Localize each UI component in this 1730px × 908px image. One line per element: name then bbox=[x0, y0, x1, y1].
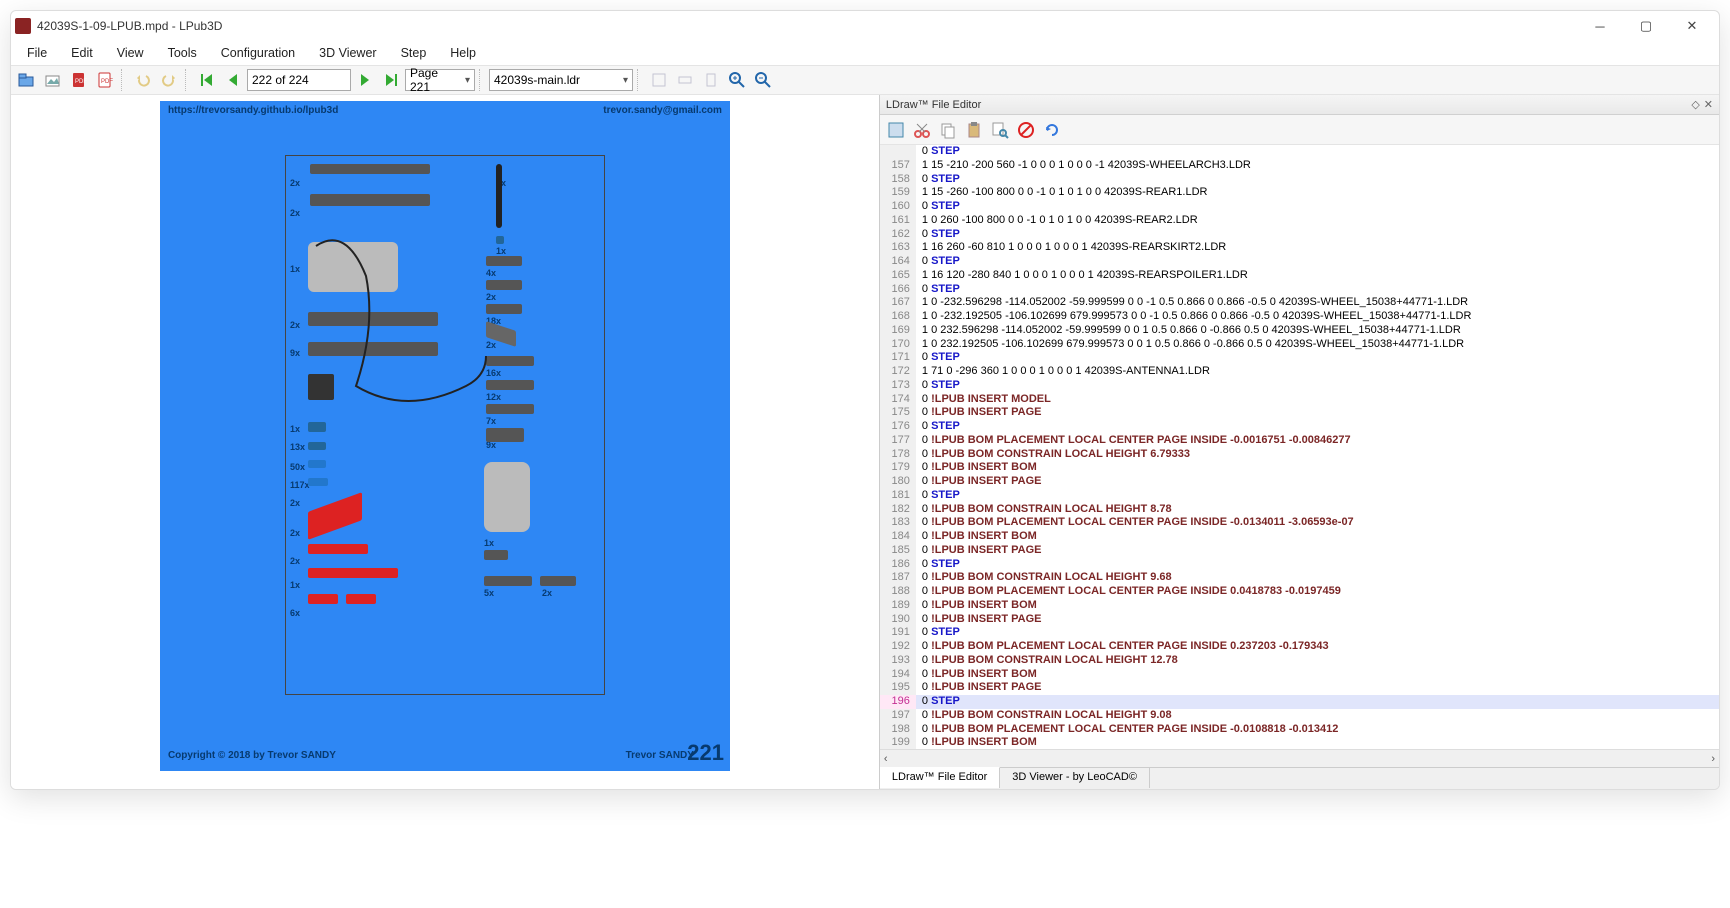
page-number: 221 bbox=[687, 740, 724, 766]
editor-toolbar bbox=[880, 115, 1719, 145]
menu-3d-viewer[interactable]: 3D Viewer bbox=[309, 43, 386, 63]
fit-page-icon[interactable] bbox=[647, 68, 671, 92]
refresh-icon[interactable] bbox=[1040, 118, 1064, 142]
menu-bar: FileEditViewToolsConfiguration3D ViewerS… bbox=[11, 41, 1719, 65]
bom-frame: 2x2x1x2x9x1x13x50x117x2x2x2x1x6x 4x1x4x2… bbox=[285, 155, 605, 695]
editor-pane-title: LDraw™ File Editor ◇✕ bbox=[880, 95, 1719, 115]
delete-icon[interactable] bbox=[1014, 118, 1038, 142]
page-header-left: https://trevorsandy.github.io/lpub3d bbox=[168, 105, 338, 116]
bom-count-right: 2x bbox=[542, 588, 552, 598]
code-editor[interactable]: 0 STEP1571 15 -210 -200 560 -1 0 0 0 1 0… bbox=[880, 145, 1719, 749]
bom-count-left: 2x bbox=[290, 498, 300, 508]
tab-file-editor[interactable]: LDraw™ File Editor bbox=[880, 767, 1000, 788]
page-select-combo[interactable]: Page 221▾ bbox=[405, 69, 475, 91]
maximize-button[interactable]: ▢ bbox=[1623, 11, 1669, 41]
open-file-icon[interactable] bbox=[15, 68, 39, 92]
first-page-icon[interactable] bbox=[195, 68, 219, 92]
pdf-red-icon[interactable]: PDF bbox=[67, 68, 91, 92]
page-header-right: trevor.sandy@gmail.com bbox=[603, 105, 722, 116]
bom-count-left: 2x bbox=[290, 556, 300, 566]
menu-edit[interactable]: Edit bbox=[61, 43, 103, 63]
tab-3d-viewer[interactable]: 3D Viewer - by LeoCAD© bbox=[1000, 767, 1150, 788]
svg-text:PDF: PDF bbox=[101, 79, 113, 85]
last-page-icon[interactable] bbox=[379, 68, 403, 92]
minimize-button[interactable]: ─ bbox=[1577, 11, 1623, 41]
window-title: 42039S-1-09-LPUB.mpd - LPub3D bbox=[37, 19, 1577, 33]
undo-icon[interactable] bbox=[131, 68, 155, 92]
copy-icon[interactable] bbox=[936, 118, 960, 142]
find-icon[interactable] bbox=[988, 118, 1012, 142]
pane-close-icon[interactable]: ✕ bbox=[1704, 98, 1713, 111]
fit-width-icon[interactable] bbox=[673, 68, 697, 92]
app-icon bbox=[15, 18, 31, 34]
menu-file[interactable]: File bbox=[17, 43, 57, 63]
export-image-icon[interactable] bbox=[41, 68, 65, 92]
bom-count-left: 13x bbox=[290, 442, 305, 452]
menu-help[interactable]: Help bbox=[440, 43, 486, 63]
bom-count-left: 117x bbox=[290, 480, 310, 490]
zoom-out-icon[interactable] bbox=[751, 68, 775, 92]
cut-icon[interactable] bbox=[910, 118, 934, 142]
main-toolbar: PDF PDF Page 221▾ 42039s-main.ldr▾ bbox=[11, 65, 1719, 95]
bom-count-right: 5x bbox=[484, 588, 494, 598]
next-page-icon[interactable] bbox=[353, 68, 377, 92]
page-number-input[interactable] bbox=[247, 69, 351, 91]
menu-configuration[interactable]: Configuration bbox=[211, 43, 305, 63]
actual-size-icon[interactable] bbox=[699, 68, 723, 92]
bom-count-left: 2x bbox=[290, 178, 300, 188]
close-button[interactable]: ✕ bbox=[1669, 11, 1715, 41]
bom-count-left: 2x bbox=[290, 528, 300, 538]
bom-count-left: 6x bbox=[290, 608, 300, 618]
redo-icon[interactable] bbox=[157, 68, 181, 92]
horizontal-scrollbar[interactable]: ‹› bbox=[880, 749, 1719, 767]
pane-float-icon[interactable]: ◇ bbox=[1691, 98, 1699, 111]
svg-text:PDF: PDF bbox=[75, 79, 87, 85]
file-select-combo[interactable]: 42039s-main.ldr▾ bbox=[489, 69, 633, 91]
bom-count-right: 1x bbox=[484, 538, 494, 548]
menu-tools[interactable]: Tools bbox=[158, 43, 207, 63]
page-footer-right: Trevor SANDY bbox=[626, 750, 694, 761]
menu-step[interactable]: Step bbox=[391, 43, 437, 63]
zoom-in-icon[interactable] bbox=[725, 68, 749, 92]
paste-icon[interactable] bbox=[962, 118, 986, 142]
menu-view[interactable]: View bbox=[107, 43, 154, 63]
page-preview[interactable]: https://trevorsandy.github.io/lpub3d tre… bbox=[11, 95, 879, 789]
bom-count-left: 50x bbox=[290, 462, 305, 472]
bom-count-left: 1x bbox=[290, 580, 300, 590]
page-footer-left: Copyright © 2018 by Trevor SANDY bbox=[168, 750, 336, 761]
select-all-icon[interactable] bbox=[884, 118, 908, 142]
prev-page-icon[interactable] bbox=[221, 68, 245, 92]
title-bar: 42039S-1-09-LPUB.mpd - LPub3D ─ ▢ ✕ bbox=[11, 11, 1719, 41]
pdf-outline-icon[interactable]: PDF bbox=[93, 68, 117, 92]
bottom-tabs: LDraw™ File Editor 3D Viewer - by LeoCAD… bbox=[880, 767, 1719, 789]
